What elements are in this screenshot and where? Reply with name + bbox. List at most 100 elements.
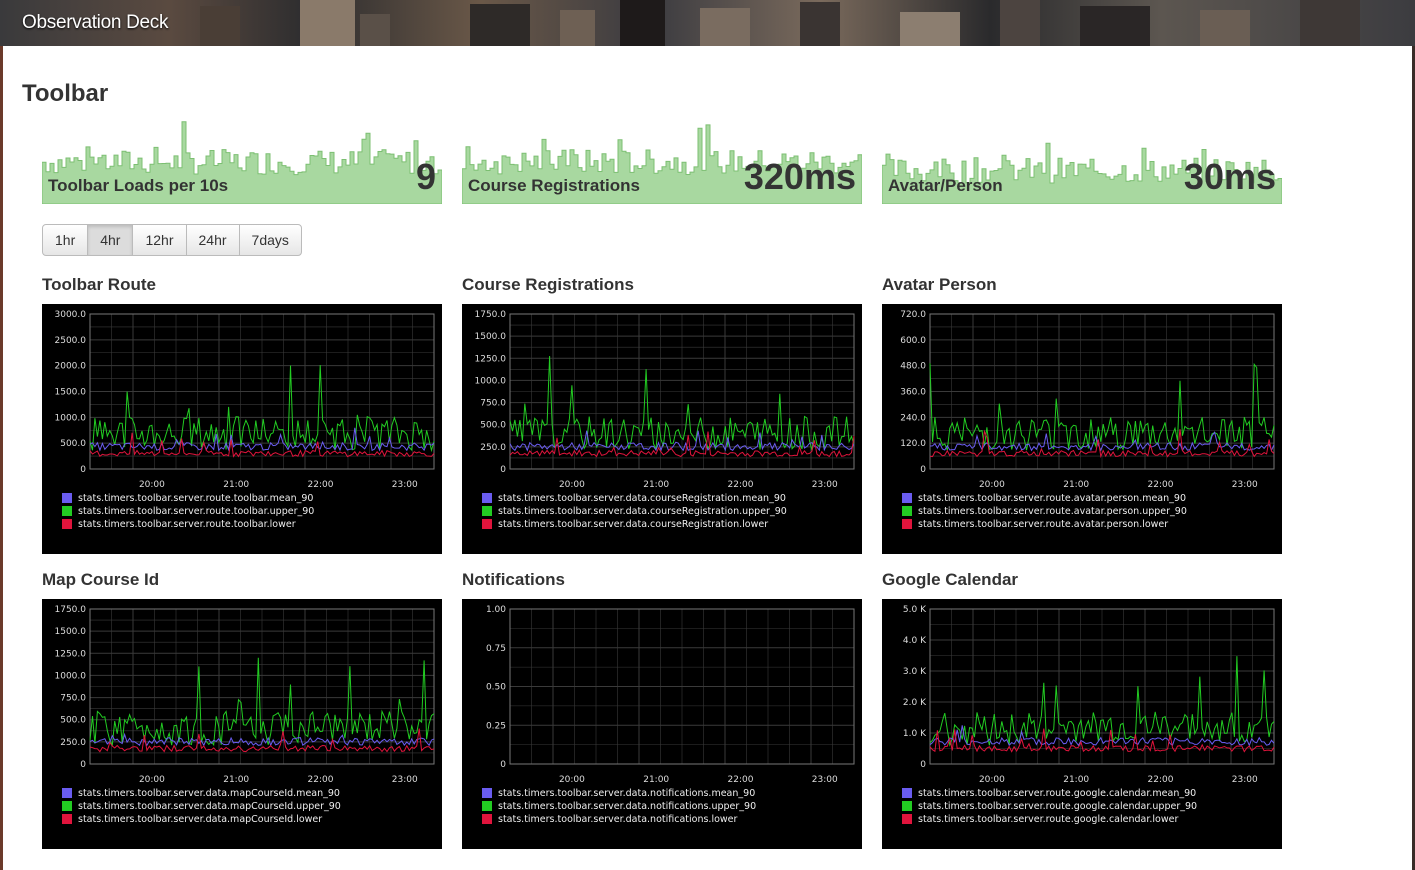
skyline-image (200, 0, 1360, 46)
chart-title-avatar-person: Avatar Person (882, 275, 997, 294)
legend-label: stats.timers.toolbar.server.data.courseR… (498, 493, 786, 504)
y-tick-label: 500.0 (60, 439, 86, 449)
range-button-24hr[interactable]: 24hr (187, 225, 240, 255)
sparkline-toolbar-loads: Toolbar Loads per 10s 9 (42, 120, 442, 204)
sparkline-value: 320ms (743, 156, 856, 197)
legend-label: stats.timers.toolbar.server.route.avatar… (918, 506, 1187, 517)
sparkline-course-registrations: Course Registrations 320ms (462, 120, 862, 204)
y-tick-label: 750.0 (60, 694, 86, 704)
legend-label: stats.timers.toolbar.server.data.notific… (498, 801, 756, 812)
legend-swatch (482, 519, 492, 529)
y-tick-label: 1500.0 (475, 332, 507, 342)
chart-plot: 3000.0 2500.0 2000.0 1500.0 1000.0 500.0 0 20:0… (55, 310, 435, 530)
chart-toolbar-route: 3000.0 2500.0 2000.0 1500.0 1000.0 500.0 0 20:0… (42, 304, 442, 554)
y-tick-label: 5.0 K (903, 605, 927, 615)
sparkline-label: Avatar/Person (888, 176, 1003, 195)
legend-label: stats.timers.toolbar.server.data.courseR… (498, 506, 787, 517)
chart-plot: 1750.0 1500.0 1250.0 1000.0 750.0 500.0 250.0 0… (475, 310, 855, 530)
chart-avatar-person: 720.0 600.0 480.0 360.0 240.0 120.0 0 20:00 21:0… (882, 304, 1282, 554)
time-range-group: 1hr 4hr 12hr 24hr 7days (42, 224, 302, 256)
chart-course-registrations: 1750.0 1500.0 1250.0 1000.0 750.0 500.0 250.0 0… (462, 304, 862, 554)
legend-label: stats.timers.toolbar.server.data.courseR… (498, 519, 768, 530)
legend-swatch (902, 788, 912, 798)
y-tick-label: 720.0 (900, 310, 926, 320)
chart-google-calendar: 5.0 K 4.0 K 3.0 K 2.0 K 1.0 K 0 20:00 21:00 22:0… (882, 599, 1282, 849)
range-button-1hr[interactable]: 1hr (43, 225, 89, 255)
y-tick-label: 2500.0 (55, 336, 87, 346)
legend-label: stats.timers.toolbar.server.data.notific… (498, 788, 755, 799)
chart-plot: 1750.0 1500.0 1250.0 1000.0 750.0 500.0 250.0 0… (55, 605, 435, 825)
y-tick-label: 250.0 (60, 738, 86, 748)
x-tick-label: 20:00 (139, 480, 165, 490)
y-tick-label: 0 (920, 465, 926, 475)
x-tick-label: 22:00 (308, 775, 334, 785)
y-tick-label: 500.0 (60, 716, 86, 726)
legend-label: stats.timers.toolbar.server.route.avatar… (918, 519, 1168, 530)
legend-swatch (902, 801, 912, 811)
y-tick-label: 0.75 (486, 644, 506, 654)
legend-label: stats.timers.toolbar.server.route.google… (918, 801, 1197, 812)
legend-swatch (482, 493, 492, 503)
x-tick-label: 22:00 (1148, 775, 1174, 785)
chart-title-google-calendar: Google Calendar (882, 570, 1019, 589)
x-tick-label: 22:00 (1148, 480, 1174, 490)
x-tick-label: 20:00 (979, 775, 1005, 785)
sparkline-label: Course Registrations (468, 176, 640, 195)
legend-swatch (62, 519, 72, 529)
legend-label: stats.timers.toolbar.server.route.toolba… (78, 493, 313, 504)
y-tick-label: 360.0 (900, 388, 926, 398)
chart-title-toolbar-route: Toolbar Route (42, 275, 156, 294)
y-tick-label: 2.0 K (903, 698, 927, 708)
legend-swatch (482, 506, 492, 516)
legend-swatch (62, 506, 72, 516)
x-tick-label: 22:00 (728, 775, 754, 785)
x-tick-label: 20:00 (559, 480, 585, 490)
y-tick-label: 1750.0 (475, 310, 507, 320)
sparkline-label: Toolbar Loads per 10s (48, 176, 229, 195)
y-tick-label: 0 (920, 760, 926, 770)
x-tick-label: 20:00 (979, 480, 1005, 490)
y-tick-label: 1250.0 (55, 649, 87, 659)
y-tick-label: 1000.0 (55, 671, 87, 681)
legend-swatch (902, 493, 912, 503)
legend-swatch (482, 788, 492, 798)
x-tick-label: 20:00 (559, 775, 585, 785)
y-tick-label: 500.0 (480, 421, 506, 431)
y-tick-label: 0.50 (486, 683, 506, 693)
legend-label: stats.timers.toolbar.server.route.toolba… (78, 519, 296, 530)
range-button-7days[interactable]: 7days (240, 225, 301, 255)
x-tick-label: 22:00 (728, 480, 754, 490)
legend-swatch (902, 519, 912, 529)
y-tick-label: 120.0 (900, 439, 926, 449)
x-tick-label: 21:00 (643, 775, 669, 785)
x-tick-label: 23:00 (392, 775, 418, 785)
chart-title-notifications: Notifications (462, 570, 565, 589)
range-button-4hr[interactable]: 4hr (88, 225, 134, 255)
y-tick-label: 1750.0 (55, 605, 87, 615)
legend-swatch (62, 788, 72, 798)
x-tick-label: 21:00 (1063, 480, 1089, 490)
app-title: Observation Deck (22, 12, 169, 33)
range-button-12hr[interactable]: 12hr (133, 225, 187, 255)
y-tick-label: 1000.0 (55, 413, 87, 423)
x-tick-label: 22:00 (308, 480, 334, 490)
frame-left-edge (0, 46, 3, 870)
x-tick-label: 23:00 (812, 480, 838, 490)
y-tick-label: 3.0 K (903, 667, 927, 677)
y-tick-label: 4.0 K (903, 636, 927, 646)
y-tick-label: 1500.0 (55, 388, 87, 398)
legend-swatch (62, 801, 72, 811)
y-tick-label: 240.0 (900, 413, 926, 423)
chart-plot: 5.0 K 4.0 K 3.0 K 2.0 K 1.0 K 0 20:00 21:00 22:0… (902, 605, 1275, 825)
legend-swatch (62, 814, 72, 824)
x-tick-label: 20:00 (139, 775, 165, 785)
x-tick-label: 21:00 (223, 775, 249, 785)
chart-plot: 1.00 0.75 0.50 0.25 0 20:00 21:00 22:00 23:00 sta… (482, 605, 855, 825)
y-tick-label: 2000.0 (55, 362, 87, 372)
y-tick-label: 1.0 K (903, 729, 927, 739)
y-tick-label: 0 (500, 760, 506, 770)
legend-label: stats.timers.toolbar.server.data.mapCour… (78, 801, 341, 812)
y-tick-label: 3000.0 (55, 310, 87, 320)
y-tick-label: 250.0 (480, 443, 506, 453)
legend-label: stats.timers.toolbar.server.route.google… (918, 788, 1196, 799)
